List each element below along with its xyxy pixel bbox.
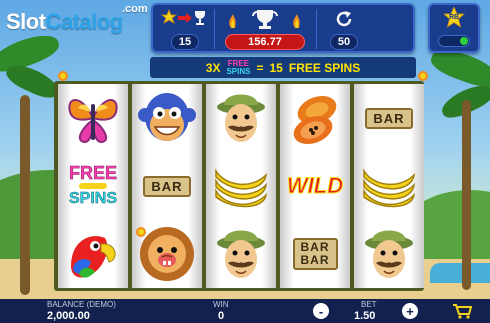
papaya-icon: [293, 95, 337, 145]
frame-flower-icon: [136, 227, 146, 237]
toggle-knob: [460, 37, 468, 45]
logo-text-suffix: .com: [122, 3, 148, 15]
transfer-count: 15: [171, 34, 199, 50]
logo-text-slot: Slot: [6, 9, 46, 34]
divider: [214, 9, 215, 49]
reel-3: [206, 84, 276, 288]
butterfly-icon: [68, 99, 118, 143]
balance-value: 2,000.00: [47, 310, 90, 322]
monkey-icon: [138, 93, 196, 141]
reel-5: BAR: [354, 84, 424, 288]
bet-label: BET: [361, 300, 377, 309]
symbol-double-bar: BAR BAR: [280, 220, 350, 288]
bet-increase-button[interactable]: +: [402, 303, 418, 319]
logo-text-catalog: Catalog: [45, 9, 124, 34]
parrot-icon: [71, 236, 116, 278]
explorer-icon: [217, 94, 265, 142]
cart-icon[interactable]: [452, 303, 473, 319]
symbol-free-spins: FREE SPINS: [58, 152, 128, 220]
banner-suffix: FREE SPINS: [288, 60, 361, 75]
frame-flower-icon: [58, 71, 68, 81]
top-status-bar: 15 156.77 50: [151, 3, 415, 53]
bar-text: BAR: [300, 253, 330, 267]
symbol-explorer: [206, 220, 276, 288]
respin-count: 50: [330, 34, 358, 50]
banner-multiplier: 3X: [205, 60, 221, 75]
rb-label: RB: [448, 14, 460, 21]
trophy-flame-icon: [225, 8, 305, 30]
symbol-wild: WILD: [280, 152, 350, 220]
symbol-butterfly: [58, 84, 128, 152]
reel-4: WILD BAR BAR: [280, 84, 350, 288]
banner-count: 15: [269, 60, 283, 75]
rb-toggle-panel: RB: [428, 3, 480, 53]
frame-flower-icon: [418, 71, 428, 81]
double-bar-block: BAR BAR: [292, 238, 338, 270]
rb-toggle[interactable]: [438, 35, 470, 47]
free-spins-rule-banner: 3X FREE SPINS = 15 FREE SPINS: [150, 57, 416, 78]
symbol-banana: [354, 152, 424, 220]
symbol-parrot: [58, 220, 128, 288]
symbol-bar: BAR: [354, 84, 424, 152]
symbol-explorer: [354, 220, 424, 288]
water: [430, 263, 490, 283]
respin-icon: [333, 8, 355, 30]
win-value: 0: [218, 310, 225, 322]
star-transfer-icon: [161, 9, 207, 27]
explorer-icon: [365, 230, 413, 278]
bet-decrease-button[interactable]: -: [313, 303, 329, 319]
spins-word: SPINS: [68, 190, 118, 208]
palm-trunk: [20, 95, 30, 295]
mini-free-spins-icon: FREE SPINS: [226, 59, 251, 76]
palm-trunk: [462, 100, 471, 290]
bar-text: BAR: [365, 107, 413, 129]
banana-icon: [363, 168, 416, 208]
symbol-papaya: [280, 84, 350, 152]
symbol-bar: BAR: [132, 152, 202, 220]
banner-equals: =: [256, 60, 264, 75]
reel-grid: FREE SPINS BAR WILD BAR BAR BAR: [54, 81, 424, 291]
rb-star-icon: RB: [443, 7, 465, 29]
wild-text: WILD: [286, 173, 344, 199]
bonus-win-total: 156.77: [225, 34, 305, 50]
bar-text: BAR: [143, 175, 191, 197]
banana-icon: [215, 168, 268, 208]
reel-1: FREE SPINS: [58, 84, 128, 288]
free-word: FREE: [68, 163, 118, 184]
bottom-bar: BALANCE (DEMO) 2,000.00 WIN 0 - BET 1.50…: [0, 299, 490, 323]
slotcatalog-logo: SlotCatalog .com: [6, 3, 148, 35]
reel-2: BAR: [132, 84, 202, 288]
mini-spins-word: SPINS: [226, 66, 251, 76]
symbol-explorer: [206, 84, 276, 152]
symbol-banana: [206, 152, 276, 220]
balance-label: BALANCE (DEMO): [47, 300, 116, 309]
win-label: WIN: [213, 300, 229, 309]
explorer-icon: [217, 230, 265, 278]
symbol-monkey: [132, 84, 202, 152]
bet-value: 1.50: [354, 310, 376, 322]
divider: [316, 9, 317, 49]
lion-icon: [140, 227, 194, 281]
